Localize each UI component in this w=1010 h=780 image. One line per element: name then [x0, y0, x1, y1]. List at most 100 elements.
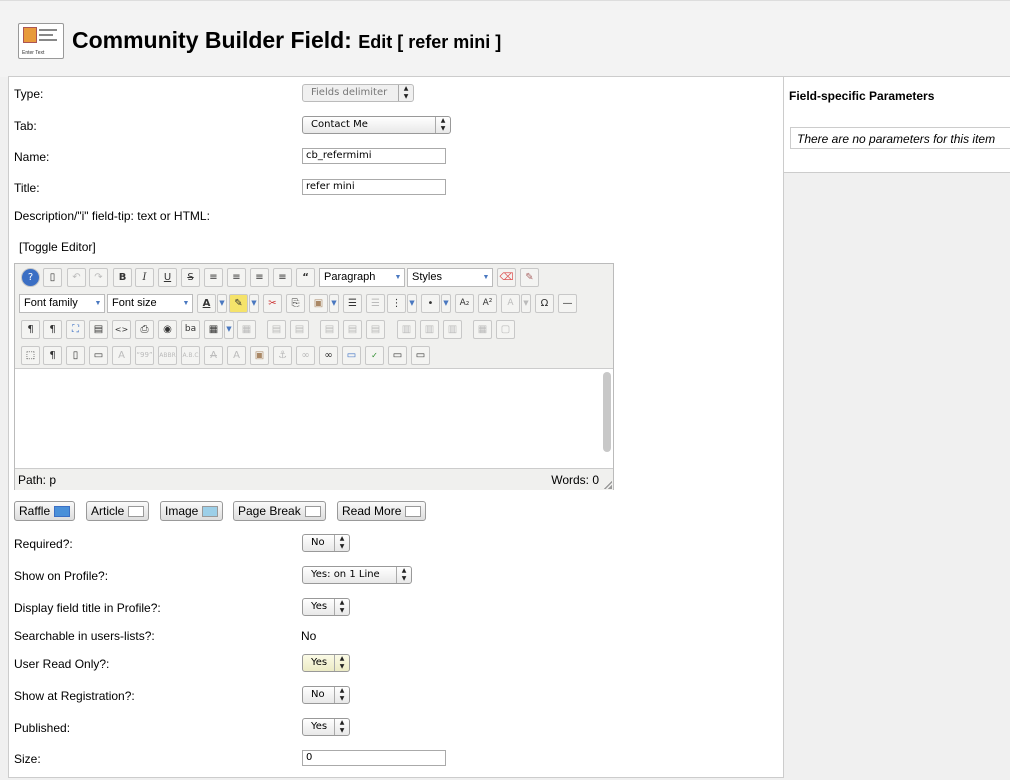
title-input[interactable]: refer mini — [302, 179, 446, 195]
omega-icon[interactable]: Ω — [535, 294, 554, 313]
insert-row-before-icon[interactable]: ▤ — [320, 320, 339, 339]
required-select[interactable]: No ▲ ▼ — [302, 534, 350, 552]
layer-icon[interactable]: ▭ — [89, 346, 108, 365]
table-icon[interactable]: ▦ — [204, 320, 223, 339]
resize-grip-icon[interactable] — [604, 481, 612, 489]
read-more-button[interactable]: Read More — [337, 501, 427, 521]
cell-props-icon[interactable]: ▤ — [290, 320, 309, 339]
acronym-icon[interactable]: A.B.C — [181, 346, 200, 365]
delete-row-icon[interactable]: ▤ — [366, 320, 385, 339]
delete-col-icon[interactable]: ▥ — [443, 320, 462, 339]
chevron-down-icon[interactable]: ▼ — [407, 294, 417, 313]
show-on-profile-select[interactable]: Yes: on 1 Line ▲ ▼ — [302, 566, 412, 584]
chevron-down-icon[interactable]: ▼ — [224, 320, 234, 339]
size-input[interactable]: 0 — [302, 750, 446, 766]
user-read-only-select[interactable]: Yes ▲ ▼ — [302, 654, 350, 672]
replace-icon[interactable]: ba — [181, 320, 200, 339]
delete-table-icon[interactable]: ▦ — [237, 320, 256, 339]
raffle-button[interactable]: Raffle — [14, 501, 76, 521]
font-family-select[interactable]: Font family ▼ — [19, 294, 105, 313]
path-value[interactable]: p — [49, 473, 56, 487]
style-props-icon[interactable]: A — [112, 346, 131, 365]
readmore-icon[interactable]: ▭ — [411, 346, 430, 365]
indent-center-icon[interactable]: ☰ — [343, 294, 362, 313]
help-icon[interactable]: ? — [21, 268, 40, 287]
html-source-icon[interactable]: <> — [112, 320, 131, 339]
bold-icon[interactable]: B — [113, 268, 132, 287]
link-icon[interactable]: ∞ — [319, 346, 338, 365]
chevron-down-icon[interactable]: ▼ — [441, 294, 451, 313]
page-break-icon[interactable]: ▭ — [388, 346, 407, 365]
size-label: Size: — [14, 752, 41, 766]
name-input[interactable]: cb_refermimi — [302, 148, 446, 164]
horizontal-rule-icon[interactable]: — — [558, 294, 577, 313]
cut-icon[interactable]: ✂ — [263, 294, 282, 313]
article-button[interactable]: Article — [86, 501, 150, 521]
editor-scrollbar[interactable] — [603, 372, 611, 452]
fullscreen-icon[interactable]: ⛶ — [66, 320, 85, 339]
preview-icon[interactable]: ▤ — [89, 320, 108, 339]
unlink-icon[interactable]: ∞ — [296, 346, 315, 365]
tab-select[interactable]: Contact Me ▲ ▼ — [302, 116, 451, 134]
display-title-select[interactable]: Yes ▲ ▼ — [302, 598, 350, 616]
template-icon[interactable]: ▯ — [66, 346, 85, 365]
image-button[interactable]: Image — [160, 501, 224, 521]
insertion-icon[interactable]: A — [227, 346, 246, 365]
numbered-list-icon[interactable]: ⋮ — [387, 294, 406, 313]
editor-content-area[interactable] — [15, 369, 613, 468]
styles-select[interactable]: Styles ▼ — [407, 268, 493, 287]
cleanup-broom-icon[interactable]: ✎ — [520, 268, 539, 287]
align-center-icon[interactable]: ≡ — [227, 268, 246, 287]
visual-aid-icon[interactable]: ⬚ — [21, 346, 40, 365]
page-break-button[interactable]: Page Break — [233, 501, 326, 521]
print-icon[interactable]: ⎙ — [135, 320, 154, 339]
show-blocks-icon[interactable]: ¶ — [43, 346, 62, 365]
align-right-icon[interactable]: ≡ — [273, 268, 292, 287]
align-left-icon[interactable]: ≡ — [250, 268, 269, 287]
insert-col-before-icon[interactable]: ▥ — [397, 320, 416, 339]
character-map-icon[interactable]: A — [501, 294, 520, 313]
find-icon[interactable]: ◉ — [158, 320, 177, 339]
toggle-editor-link[interactable]: [Toggle Editor] — [19, 240, 96, 254]
highlight-color-icon[interactable]: ✎ — [229, 294, 248, 313]
merge-cells-icon[interactable]: ▢ — [496, 320, 515, 339]
anchor-icon[interactable]: ⚓ — [273, 346, 292, 365]
blockquote-icon[interactable]: “ — [296, 268, 315, 287]
bullet-list-icon[interactable]: • — [421, 294, 440, 313]
rtl-icon[interactable]: ¶ — [43, 320, 62, 339]
italic-icon[interactable]: I — [135, 268, 154, 287]
copy-icon[interactable]: ⎘ — [286, 294, 305, 313]
chevron-down-icon[interactable]: ▼ — [249, 294, 259, 313]
redo-icon[interactable]: ↷ — [89, 268, 108, 287]
deletion-icon[interactable]: A — [204, 346, 223, 365]
format-select[interactable]: Paragraph ▼ — [319, 268, 405, 287]
image-icon[interactable]: ▭ — [342, 346, 361, 365]
superscript-icon[interactable]: A² — [478, 294, 497, 313]
published-select[interactable]: Yes ▲ ▼ — [302, 718, 350, 736]
chevron-down-icon[interactable]: ▼ — [329, 294, 339, 313]
ltr-icon[interactable]: ¶ — [21, 320, 40, 339]
strikethrough-icon[interactable]: S — [181, 268, 200, 287]
outdent-icon[interactable]: ☰ — [366, 294, 385, 313]
chevron-down-icon[interactable]: ▼ — [521, 294, 531, 313]
cite-icon[interactable]: “99” — [135, 346, 154, 365]
row-props-icon[interactable]: ▤ — [267, 320, 286, 339]
split-cells-icon[interactable]: ▦ — [473, 320, 492, 339]
attributes-icon[interactable]: ▣ — [250, 346, 269, 365]
font-size-select[interactable]: Font size ▼ — [107, 294, 193, 313]
show-at-registration-select[interactable]: No ▲ ▼ — [302, 686, 350, 704]
paste-icon[interactable]: ▣ — [309, 294, 328, 313]
undo-icon[interactable]: ↶ — [67, 268, 86, 287]
align-justify-icon[interactable]: ≡ — [204, 268, 223, 287]
insert-col-after-icon[interactable]: ▥ — [420, 320, 439, 339]
article-icon — [128, 506, 145, 517]
spellcheck-icon[interactable]: ✓ — [365, 346, 384, 365]
abbr-icon[interactable]: ABBR — [158, 346, 177, 365]
subscript-icon[interactable]: A₂ — [455, 294, 474, 313]
new-document-icon[interactable]: ▯ — [43, 268, 62, 287]
insert-row-after-icon[interactable]: ▤ — [343, 320, 362, 339]
eraser-icon[interactable]: ⌫ — [497, 268, 516, 287]
chevron-down-icon[interactable]: ▼ — [217, 294, 227, 313]
text-color-icon[interactable]: A — [197, 294, 216, 313]
underline-icon[interactable]: U — [158, 268, 177, 287]
